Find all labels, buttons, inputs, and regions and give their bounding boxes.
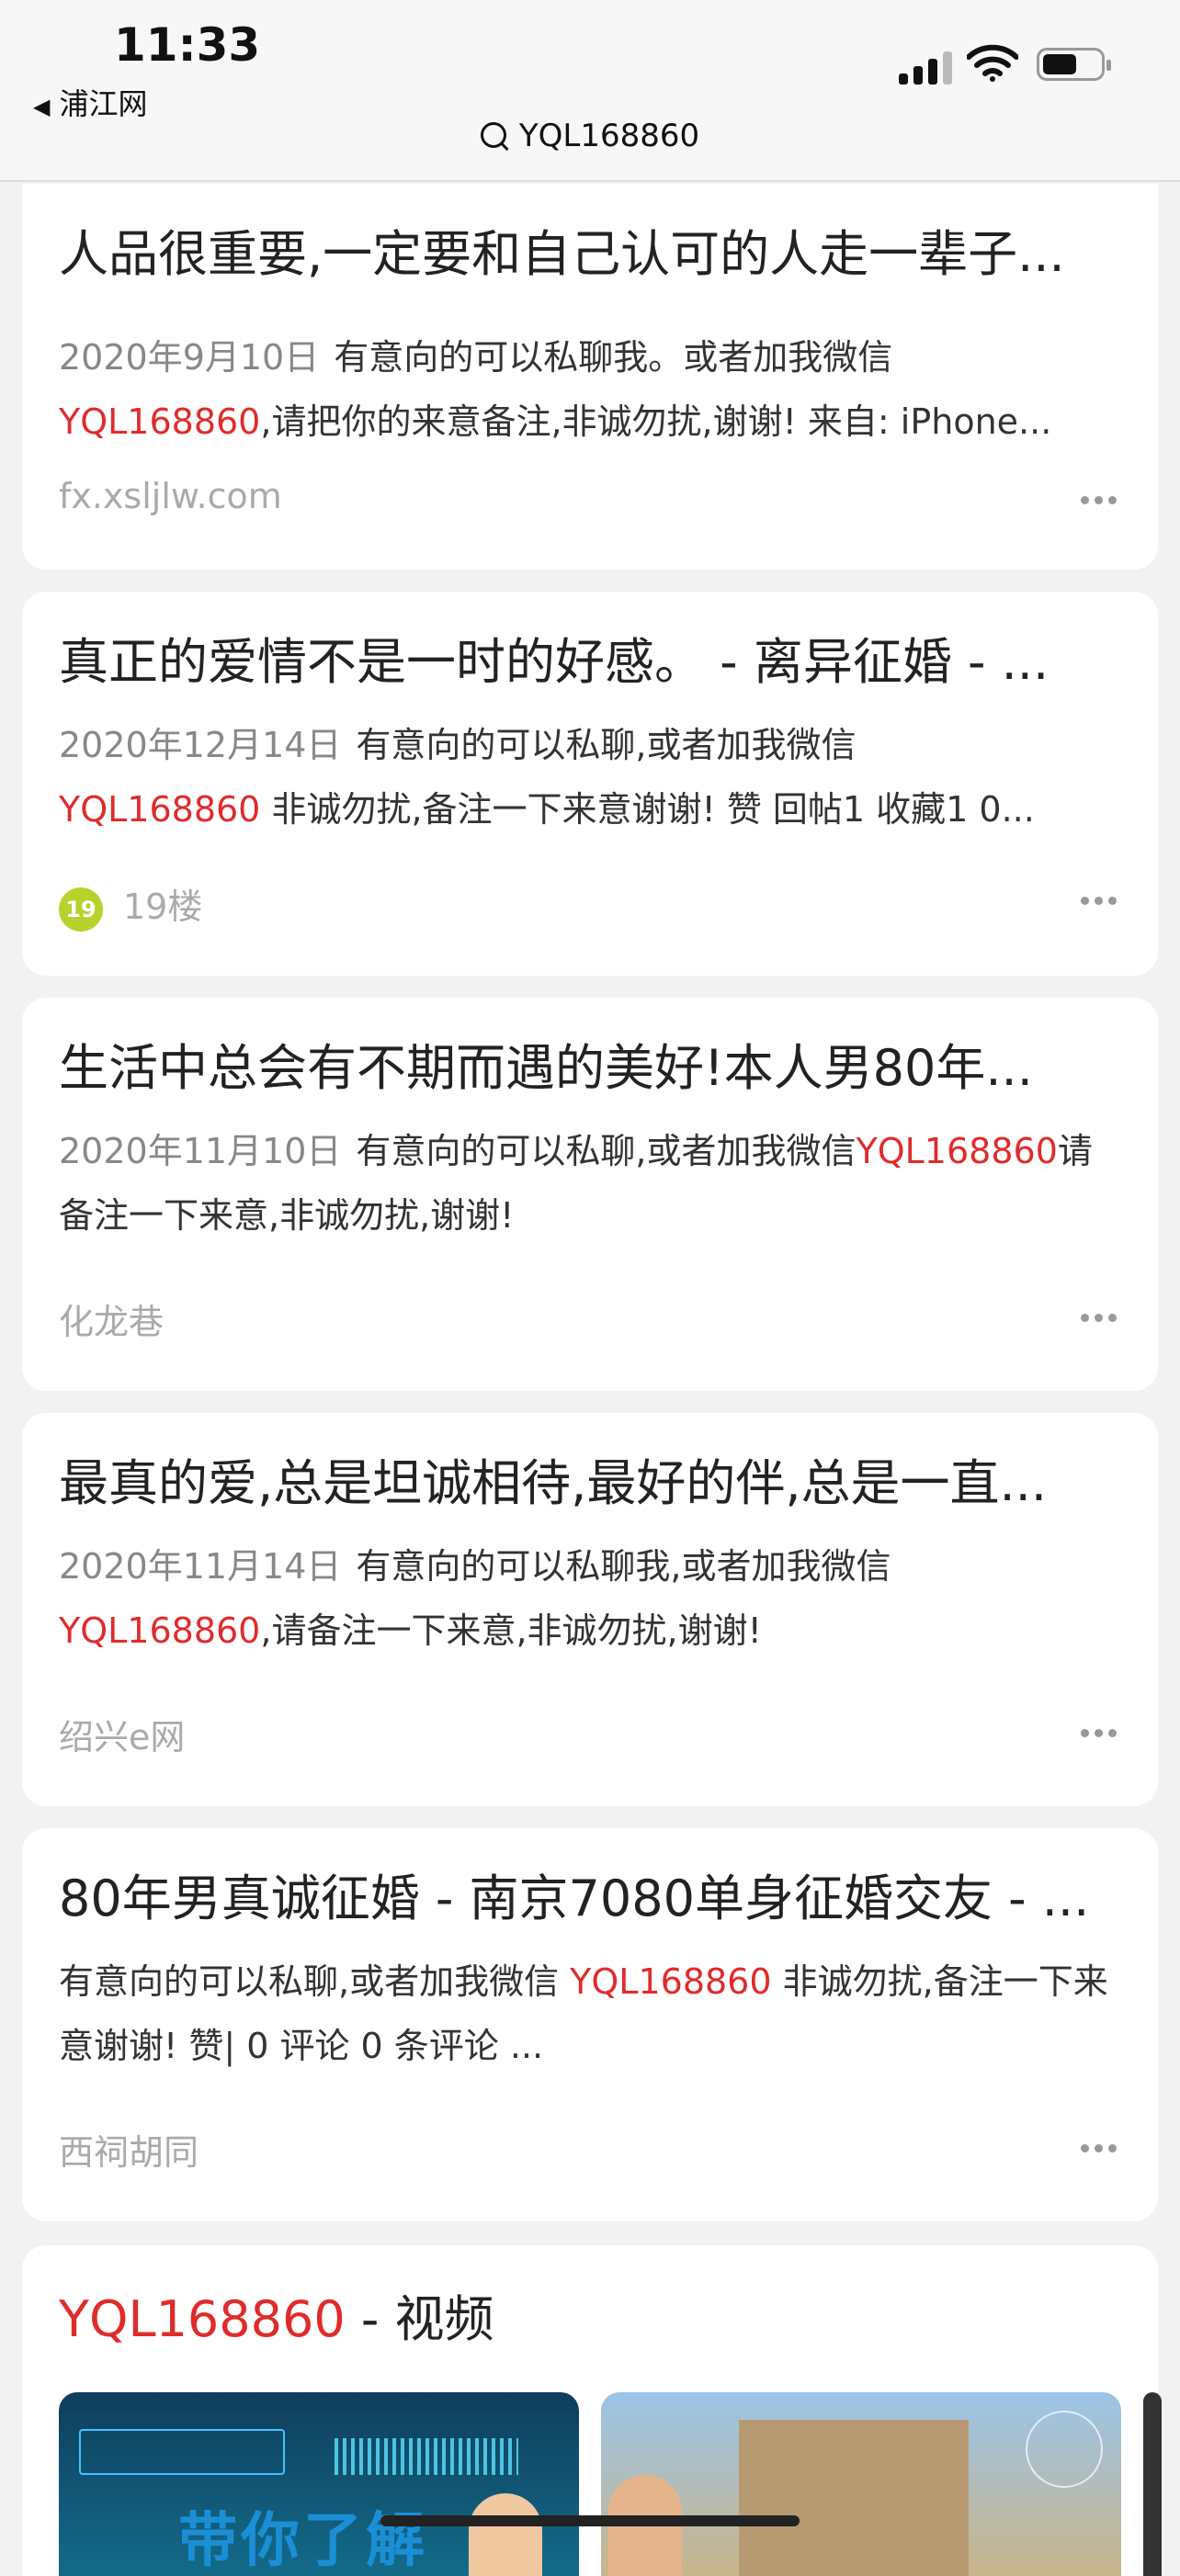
wifi-icon — [967, 44, 1018, 82]
result-card[interactable]: 真正的爱情不是一时的好感。 - 离异征婚 - ... 2020年12月14日 有意… — [22, 592, 1158, 976]
result-date: 2020年11月10日 — [59, 1131, 342, 1171]
thumbnail-caption: 带你了解 — [178, 2507, 428, 2575]
result-date: 2020年12月14日 — [59, 725, 342, 765]
result-snippet: 2020年11月10日 有意向的可以私聊,或者加我微信YQL168860请备注一下… — [59, 1119, 1121, 1248]
result-card[interactable]: 人品很重要,一定要和自己认可的人走一辈子... 2020年9月10日 有意向的可以… — [22, 184, 1158, 570]
result-source[interactable]: 西祠胡同 — [59, 2124, 199, 2175]
result-date: 2020年11月14日 — [59, 1546, 342, 1587]
browser-top-bar: 11:33 ◀ 浦江网 YQL168860 — [0, 0, 1180, 182]
keyword-highlight: YQL168860 — [570, 1961, 772, 2002]
result-title[interactable]: 真正的爱情不是一时的好感。 - 离异征婚 - ... — [59, 630, 1121, 695]
video-thumbnail-partial[interactable] — [1143, 2392, 1162, 2576]
result-title[interactable]: 生活中总会有不期而遇的美好!本人男80年... — [59, 1036, 1121, 1101]
cellular-signal-icon — [899, 48, 954, 85]
keyword-highlight: YQL168860 — [59, 789, 261, 830]
site-logo-icon: 19 — [59, 887, 103, 932]
snippet-text: ,请把你的来意备注,非诚勿扰,谢谢! 来自: iPhone... — [260, 401, 1052, 442]
keyword-highlight: YQL168860 — [59, 401, 261, 442]
result-card[interactable]: 生活中总会有不期而遇的美好!本人男80年... 2020年11月10日 有意向的可… — [22, 998, 1158, 1391]
snippet-text: 有意向的可以私聊我,或者加我微信 — [356, 1546, 891, 1587]
more-options-icon[interactable] — [1081, 496, 1118, 505]
video-thumbnail[interactable]: 带你了解 — [59, 2392, 579, 2576]
battery-icon — [1037, 48, 1111, 81]
result-card[interactable]: 最真的爱,总是坦诚相待,最好的伴,总是一直... 2020年11月14日 有意向的… — [22, 1413, 1158, 1806]
result-snippet: 2020年11月14日 有意向的可以私聊我,或者加我微信 YQL168860,请备注… — [59, 1534, 1121, 1663]
snippet-text: 有意向的可以私聊,或者加我微信 — [59, 1961, 571, 2002]
result-source[interactable]: 化龙巷 — [59, 1294, 164, 1344]
result-source-label: 19楼 — [123, 887, 203, 927]
back-app-label: 浦江网 — [59, 86, 148, 121]
game-hud-icon — [1026, 2411, 1103, 2488]
keyword-highlight: YQL168860 — [856, 1131, 1058, 1171]
snippet-text: ,请备注一下来意,非诚勿扰,谢谢! — [260, 1610, 762, 1651]
video-section: YQL168860 - 视频 带你了解 — [22, 2245, 1162, 2576]
result-snippet: 有意向的可以私聊,或者加我微信 YQL168860 非诚勿扰,备注一下来意谢谢!… — [59, 1949, 1121, 2078]
snippet-text: 有意向的可以私聊我。或者加我微信 — [334, 337, 893, 378]
video-title-rest: - 视频 — [345, 2290, 494, 2348]
result-title[interactable]: 最真的爱,总是坦诚相待,最好的伴,总是一直... — [59, 1452, 1121, 1516]
result-card[interactable]: 80年男真诚征婚 - 南京7080单身征婚交友 - ... 有意向的可以私聊,或… — [22, 1828, 1158, 2221]
search-icon — [480, 122, 506, 148]
back-triangle-icon: ◀ — [33, 94, 51, 119]
status-time: 11:33 — [114, 18, 261, 72]
result-source[interactable]: 19 19楼 — [59, 878, 202, 932]
video-section-title[interactable]: YQL168860 - 视频 — [59, 2278, 494, 2351]
result-date: 2020年9月10日 — [59, 337, 320, 378]
more-options-icon[interactable] — [1081, 1314, 1118, 1323]
home-indicator[interactable] — [380, 2515, 800, 2526]
snippet-text: 有意向的可以私聊,或者加我微信 — [356, 725, 857, 765]
keyword-highlight: YQL168860 — [59, 2290, 346, 2348]
snippet-text: 有意向的可以私聊,或者加我微信 — [356, 1131, 857, 1171]
video-thumbnail[interactable] — [601, 2392, 1121, 2576]
result-title[interactable]: 人品很重要,一定要和自己认可的人走一辈子... — [59, 222, 1121, 287]
address-bar[interactable]: YQL168860 — [0, 118, 1180, 154]
address-query: YQL168860 — [518, 118, 700, 154]
result-snippet: 2020年9月10日 有意向的可以私聊我。或者加我微信 YQL168860,请把你的… — [59, 325, 1121, 454]
more-options-icon[interactable] — [1081, 897, 1118, 906]
more-options-icon[interactable] — [1081, 1729, 1118, 1738]
result-source[interactable]: fx.xsljlw.com — [59, 476, 282, 516]
snippet-text: 非诚勿扰,备注一下来意谢谢! 赞 回帖1 收藏1 0... — [260, 789, 1035, 830]
keyword-highlight: YQL168860 — [59, 1610, 261, 1651]
result-source[interactable]: 绍兴e网 — [59, 1709, 185, 1759]
result-title[interactable]: 80年男真诚征婚 - 南京7080单身征婚交友 - ... — [59, 1867, 1121, 1931]
more-options-icon[interactable] — [1081, 2144, 1118, 2153]
result-snippet: 2020年12月14日 有意向的可以私聊,或者加我微信 YQL168860 非诚勿扰… — [59, 713, 1121, 842]
